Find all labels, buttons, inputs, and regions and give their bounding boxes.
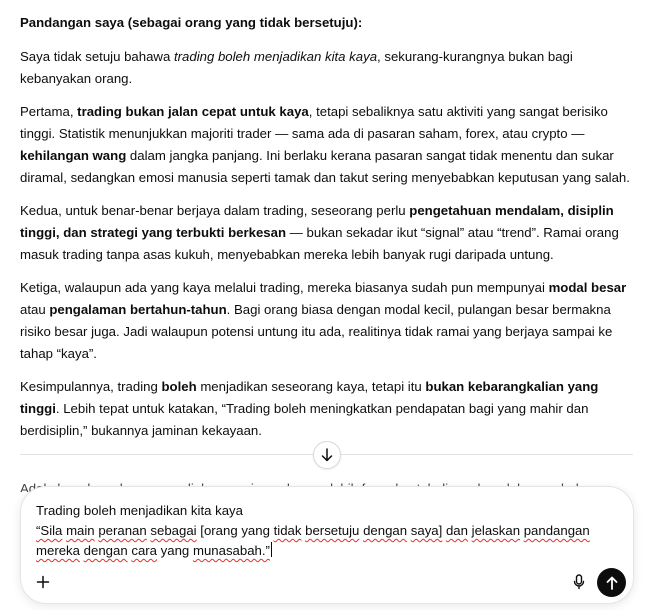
p3-text-a: Kedua, untuk benar-benar berjaya dalam t… bbox=[20, 203, 410, 218]
prompt-word: jelaskan bbox=[471, 523, 521, 538]
p5-text-e: . Lebih tepat untuk katakan, “Trading bo… bbox=[20, 401, 589, 438]
p1-italic: trading boleh menjadikan kita kaya bbox=[173, 49, 378, 64]
prompt-line-2: “Sila main peranan sebagai [orang yang t… bbox=[36, 521, 616, 561]
prompt-line-1: Trading boleh menjadikan kita kaya bbox=[36, 503, 243, 518]
prompt-word: saya] bbox=[410, 523, 443, 538]
prompt-word: [orang yang bbox=[200, 523, 270, 538]
p4-bold-1: modal besar bbox=[548, 280, 627, 295]
p5-bold-1: boleh bbox=[161, 379, 197, 394]
p4-bold-2: pengalaman bertahun-tahun bbox=[49, 302, 227, 317]
paragraph-3: Kedua, untuk benar-benar berjaya dalam t… bbox=[20, 200, 635, 266]
plus-icon bbox=[36, 575, 50, 589]
prompt-word: yang bbox=[160, 543, 190, 558]
prompt-word: dan bbox=[445, 523, 468, 538]
paragraph-5: Kesimpulannya, trading boleh menjadikan … bbox=[20, 376, 635, 442]
p2-bold-2: kehilangan wang bbox=[20, 148, 127, 163]
p5-text-c: menjadikan seseorang kaya, tetapi itu bbox=[196, 379, 426, 394]
message-composer: Trading boleh menjadikan kita kaya “Sila… bbox=[20, 486, 634, 604]
prompt-word: “Sila bbox=[36, 523, 63, 538]
prompt-word: dengan bbox=[363, 523, 408, 538]
prompt-word: tidak bbox=[273, 523, 302, 538]
paragraph-4: Ketiga, walaupun ada yang kaya melalui t… bbox=[20, 277, 635, 365]
prompt-word: mereka bbox=[36, 543, 80, 558]
p1-text-a: Saya tidak setuju bahawa bbox=[20, 49, 174, 64]
arrow-up-icon bbox=[606, 576, 617, 590]
paragraph-2: Pertama, trading bukan jalan cepat untuk… bbox=[20, 101, 635, 189]
microphone-icon bbox=[573, 574, 585, 590]
prompt-word: dengan bbox=[83, 543, 128, 558]
p2-text-a: Pertama, bbox=[20, 104, 78, 119]
prompt-word: sebagai bbox=[150, 523, 197, 538]
scroll-to-bottom-button[interactable] bbox=[313, 441, 341, 469]
send-button[interactable] bbox=[597, 568, 626, 597]
assistant-message: Pandangan saya (sebagai orang yang tidak… bbox=[20, 12, 635, 453]
p4-text-a: Ketiga, walaupun ada yang kaya melalui t… bbox=[20, 280, 549, 295]
prompt-word: main bbox=[66, 523, 95, 538]
paragraph-1: Saya tidak setuju bahawa trading boleh m… bbox=[20, 46, 635, 90]
prompt-word: cara bbox=[131, 543, 157, 558]
prompt-input[interactable]: Trading boleh menjadikan kita kaya “Sila… bbox=[36, 501, 616, 561]
prompt-word: bersetuju bbox=[305, 523, 360, 538]
prompt-word: pandangan bbox=[523, 523, 590, 538]
prompt-word: peranan bbox=[98, 523, 147, 538]
prompt-word: munasabah.” bbox=[192, 543, 270, 558]
message-heading: Pandangan saya (sebagai orang yang tidak… bbox=[20, 15, 363, 30]
p2-bold-1: trading bukan jalan cepat untuk kaya bbox=[77, 104, 309, 119]
arrow-down-icon bbox=[321, 448, 333, 462]
p5-text-a: Kesimpulannya, trading bbox=[20, 379, 162, 394]
text-caret bbox=[270, 542, 272, 557]
dictate-button[interactable] bbox=[569, 571, 589, 593]
add-attachment-button[interactable] bbox=[32, 571, 54, 593]
p4-text-c: atau bbox=[20, 302, 50, 317]
